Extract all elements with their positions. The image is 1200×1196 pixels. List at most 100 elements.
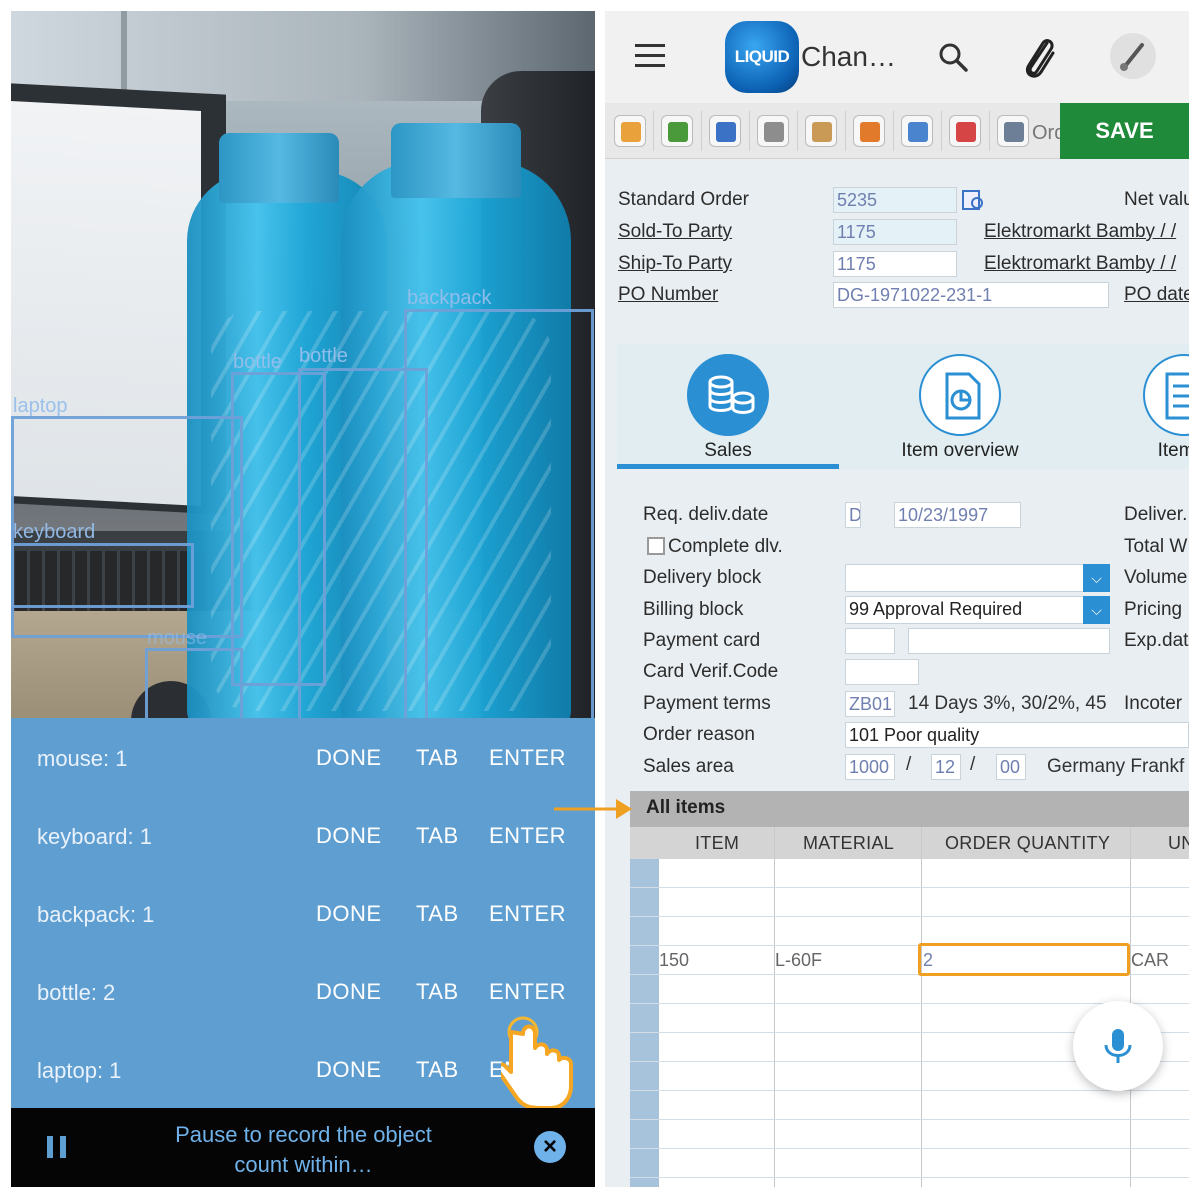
tab-label: Sales: [704, 440, 752, 461]
payment-card-number-field[interactable]: [908, 628, 1110, 654]
po-number-field[interactable]: DG-1971022-231-1: [833, 282, 1109, 308]
tab-item-overview[interactable]: Item overview: [849, 344, 1071, 469]
sold-to-party-label[interactable]: Sold-To Party: [618, 221, 732, 243]
po-date-label[interactable]: PO date: [1124, 284, 1189, 306]
coins-icon: [687, 354, 769, 436]
right-column-label: Pricing: [1124, 599, 1183, 620]
tab-sales[interactable]: Sales: [617, 344, 839, 469]
sales-area-separator: /: [906, 754, 912, 775]
sold-to-party-field[interactable]: 1175: [833, 219, 957, 245]
distribution-channel-field[interactable]: 12: [931, 754, 961, 780]
order-reason-field[interactable]: 101 Poor quality: [845, 722, 1189, 748]
tab-button[interactable]: TAB: [416, 745, 459, 771]
bottle-cap-image: [219, 133, 339, 203]
tab-button[interactable]: TAB: [416, 1057, 459, 1083]
document-arrow-icon[interactable]: [709, 115, 741, 147]
enter-button[interactable]: ENTER: [489, 823, 566, 849]
req-deliv-date-format-field[interactable]: D: [845, 502, 861, 528]
po-number-label[interactable]: PO Number: [618, 284, 718, 306]
right-column-label: Total W: [1124, 536, 1188, 557]
division-field[interactable]: 00: [996, 754, 1026, 780]
enter-button[interactable]: ENTER: [489, 979, 566, 1005]
chevron-down-icon[interactable]: ⌵: [1083, 596, 1110, 624]
tab-button[interactable]: TAB: [416, 979, 459, 1005]
chevron-down-icon[interactable]: ⌵: [1083, 564, 1110, 592]
detection-label: mouse: [147, 627, 208, 649]
done-button[interactable]: DONE: [316, 823, 382, 849]
sold-to-party-name[interactable]: Elektromarkt Bamby / /: [984, 221, 1176, 243]
display-document-icon[interactable]: [961, 189, 987, 213]
done-button[interactable]: DONE: [316, 901, 382, 927]
payment-terms-field[interactable]: ZB01: [845, 691, 895, 717]
pause-icon[interactable]: [47, 1136, 67, 1158]
tab-item-detail[interactable]: Item d: [1073, 344, 1189, 469]
count-label: mouse: 1: [37, 746, 128, 771]
ship-to-party-field[interactable]: 1175: [833, 251, 957, 277]
copy-document-icon[interactable]: [614, 115, 646, 147]
column-header-order-quantity[interactable]: ORDER QUANTITY: [945, 833, 1110, 854]
table-icon[interactable]: [997, 115, 1029, 147]
camera-view: backpack bottle bottle laptop keyboard m…: [11, 11, 595, 718]
sales-area-separator: /: [970, 754, 976, 775]
complete-dlv-checkbox[interactable]: [647, 537, 665, 555]
delivery-block-select[interactable]: [845, 564, 1084, 592]
standard-order-field[interactable]: 5235: [833, 187, 957, 213]
action-toolbar: Ord SAVE: [605, 103, 1189, 159]
microphone-button[interactable]: [1073, 1001, 1163, 1091]
search-icon[interactable]: [937, 41, 969, 73]
req-deliv-date-field[interactable]: 10/23/1997: [894, 502, 1021, 528]
close-icon[interactable]: ×: [534, 1131, 566, 1163]
ship-to-party-name[interactable]: Elektromarkt Bamby / /: [984, 253, 1176, 275]
toolbar-separator: [941, 111, 942, 151]
document-globe-icon[interactable]: [901, 115, 933, 147]
column-header-item[interactable]: ITEM: [695, 833, 739, 854]
recording-bar: Pause to record the object count within……: [11, 1108, 595, 1187]
complete-dlv-label: Complete dlv.: [668, 536, 783, 557]
all-items-title: All items: [646, 797, 726, 818]
paintbrush-icon[interactable]: [1110, 33, 1156, 79]
detection-label: bottle: [233, 351, 282, 373]
sales-order-panel: LIQUID Chan… Ord SAVE Standard Order 523…: [605, 11, 1189, 1187]
home-icon[interactable]: [853, 115, 885, 147]
partner-icon[interactable]: [805, 115, 837, 147]
paperclip-icon[interactable]: [1019, 33, 1059, 81]
row-divider: [630, 1119, 1189, 1120]
done-button[interactable]: DONE: [316, 1057, 382, 1083]
net-value-label: Net valu: [1124, 189, 1189, 210]
ship-to-party-label[interactable]: Ship-To Party: [618, 253, 732, 275]
column-header-material[interactable]: MATERIAL: [803, 833, 894, 854]
item-cell[interactable]: 150: [659, 950, 689, 971]
tab-button[interactable]: TAB: [416, 901, 459, 927]
no-entry-icon[interactable]: [949, 115, 981, 147]
toolbar-separator: [653, 111, 654, 151]
billing-block-select[interactable]: 99 Approval Required: [845, 596, 1084, 624]
menu-icon[interactable]: [635, 44, 665, 68]
order-quantity-input[interactable]: 2: [918, 943, 1130, 976]
row-selector-column[interactable]: [630, 859, 659, 1187]
liquid-logo: LIQUID: [725, 21, 799, 93]
document-list-icon[interactable]: [757, 115, 789, 147]
check-delete-icon[interactable]: [661, 115, 693, 147]
tab-button[interactable]: TAB: [416, 823, 459, 849]
detection-label: backpack: [407, 287, 492, 309]
unit-cell[interactable]: CAR: [1131, 950, 1169, 971]
done-button[interactable]: DONE: [316, 979, 382, 1005]
payment-card-type-field[interactable]: [845, 628, 895, 654]
billing-block-label: Billing block: [643, 599, 744, 620]
count-row-mouse: mouse: 1 DONE TAB ENTER: [11, 718, 595, 796]
object-counter-panel: backpack bottle bottle laptop keyboard m…: [11, 11, 595, 1187]
enter-button[interactable]: ENTER: [489, 745, 566, 771]
payment-card-label: Payment card: [643, 630, 761, 651]
detection-label: laptop: [13, 395, 68, 417]
toolbar-separator: [701, 111, 702, 151]
column-divider: [774, 827, 775, 1187]
card-verif-code-field[interactable]: [845, 659, 919, 685]
sales-org-field[interactable]: 1000: [845, 754, 895, 780]
column-header-unit[interactable]: UN: [1168, 833, 1189, 854]
row-divider: [630, 1148, 1189, 1149]
enter-button[interactable]: ENTER: [489, 901, 566, 927]
done-button[interactable]: DONE: [316, 745, 382, 771]
material-cell[interactable]: L-60F: [775, 950, 822, 971]
save-button[interactable]: SAVE: [1060, 103, 1189, 159]
delivery-block-label: Delivery block: [643, 567, 762, 588]
